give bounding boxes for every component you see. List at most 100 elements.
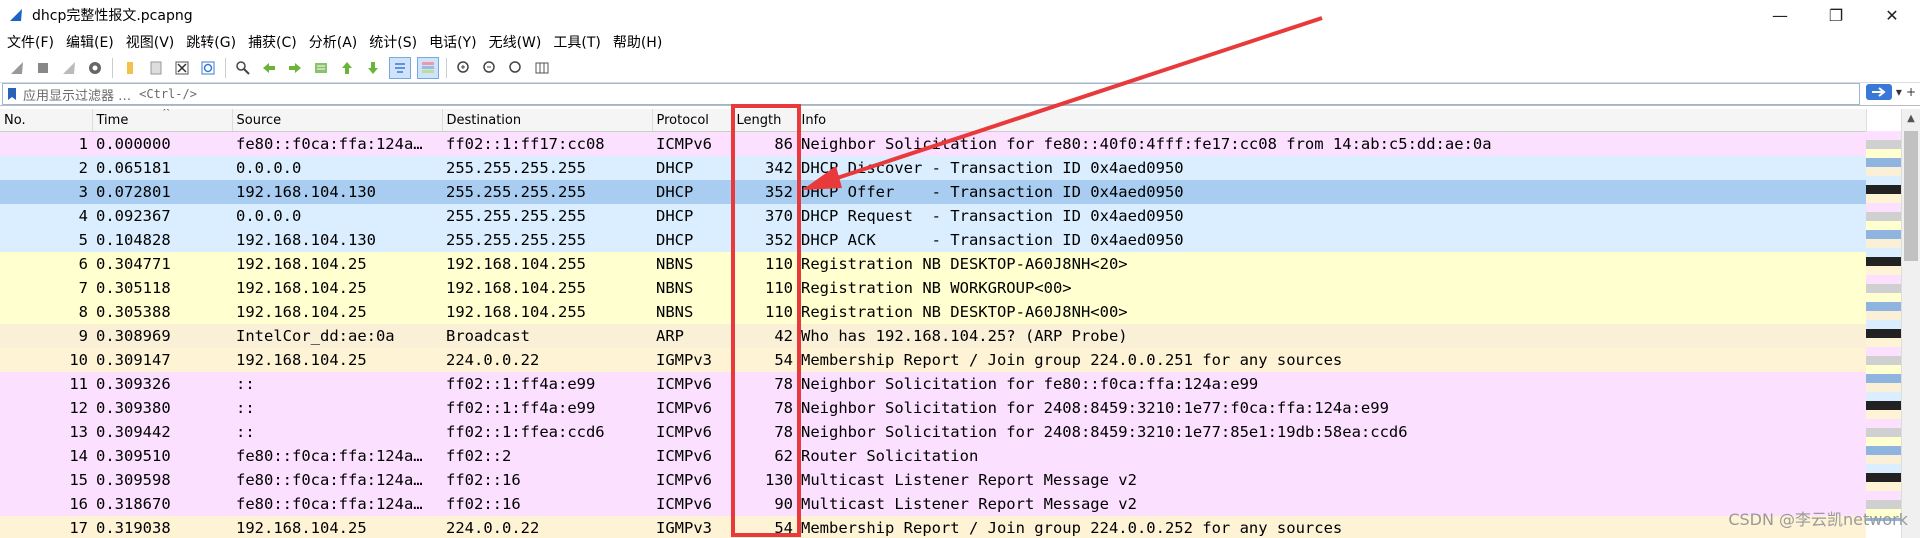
menu-tools[interactable]: 工具(T) <box>550 32 609 52</box>
packet-time: 0.000000 <box>92 131 232 156</box>
reload-file-icon[interactable] <box>198 58 218 78</box>
packet-destination: ff02::1:ffea:ccd6 <box>442 420 652 444</box>
table-row[interactable]: 17 0.319038 192.168.104.25 224.0.0.22 IGMPv3… <box>0 516 1866 538</box>
packet-protocol: DHCP <box>652 156 732 180</box>
table-row[interactable]: 6 0.304771 192.168.104.25 192.168.104.255 NB… <box>0 252 1866 276</box>
packet-protocol: ICMPv6 <box>652 372 732 396</box>
vertical-scrollbar[interactable]: ▲ <box>1901 109 1920 538</box>
col-header-info[interactable]: Info <box>797 109 1867 132</box>
zoom-in-icon[interactable] <box>454 58 474 78</box>
table-row[interactable]: 10 0.309147 192.168.104.25 224.0.0.22 IGMPv3… <box>0 348 1866 372</box>
packet-source: fe80::f0ca:ffa:124a… <box>232 492 442 516</box>
table-row[interactable]: 3 0.072801 192.168.104.130 255.255.255.255 D… <box>0 180 1866 204</box>
table-row[interactable]: 7 0.305118 192.168.104.25 192.168.104.255 NB… <box>0 276 1866 300</box>
packet-source: 0.0.0.0 <box>232 204 442 228</box>
packet-protocol: DHCP <box>652 228 732 252</box>
packet-length: 352 <box>732 228 797 252</box>
packet-destination: 192.168.104.255 <box>442 276 652 300</box>
table-row[interactable]: 13 0.309442:: ff02::1:ffea:ccd6 ICMPv6 78 Nei… <box>0 420 1866 444</box>
table-row[interactable]: 4 0.092367 0.0.0.0 255.255.255.255 DHCP 370 DH… <box>0 204 1866 228</box>
go-to-packet-icon[interactable] <box>311 58 331 78</box>
packet-minimap[interactable] <box>1866 131 1902 538</box>
scrollbar-thumb[interactable] <box>1904 131 1918 261</box>
find-packet-icon[interactable] <box>233 58 253 78</box>
scroll-up-icon[interactable]: ▲ <box>1902 109 1920 127</box>
menu-capture[interactable]: 捕获(C) <box>245 32 306 52</box>
menu-statistics[interactable]: 统计(S) <box>366 32 426 52</box>
packet-info: Registration NB DESKTOP-A60J8NH<20> <box>797 252 1866 276</box>
close-file-icon[interactable] <box>172 58 192 78</box>
packet-source: 192.168.104.25 <box>232 300 442 324</box>
resize-columns-icon[interactable] <box>532 58 552 78</box>
packet-info: Neighbor Solicitation for 2408:8459:3210… <box>797 396 1866 420</box>
packet-source: fe80::f0ca:ffa:124a… <box>232 131 442 156</box>
packet-length: 54 <box>732 348 797 372</box>
apply-filter-button[interactable] <box>1865 84 1892 100</box>
packet-destination: 255.255.255.255 <box>442 156 652 180</box>
table-row[interactable]: 12 0.309380:: ff02::1:ff4a:e99 ICMPv6 78 Neig… <box>0 396 1866 420</box>
add-filter-button[interactable]: + <box>1906 85 1916 99</box>
display-filter-input[interactable]: 应用显示过滤器 … <Ctrl-/> <box>2 83 1860 105</box>
packet-time: 0.319038 <box>92 516 232 538</box>
table-row[interactable]: 14 0.309510 fe80::f0ca:ffa:124a… ff02::2 ICM… <box>0 444 1866 468</box>
packet-length: 352 <box>732 180 797 204</box>
packet-info: DHCP ACK - Transaction ID 0x4aed0950 <box>797 228 1866 252</box>
menu-edit[interactable]: 编辑(E) <box>63 32 123 52</box>
capture-options-icon[interactable] <box>85 58 105 78</box>
packet-info: Membership Report / Join group 224.0.0.2… <box>797 348 1866 372</box>
filter-dropdown-icon[interactable]: ▾ <box>1896 85 1902 99</box>
table-row[interactable]: 2 0.065181 0.0.0.0 255.255.255.255 DHCP 342 DH… <box>0 156 1866 180</box>
packet-info: Who has 192.168.104.25? (ARP Probe) <box>797 324 1866 348</box>
table-row[interactable]: 9 0.308969 IntelCor_dd:ae:0a Broadcast ARP 42… <box>0 324 1866 348</box>
menu-analyze[interactable]: 分析(A) <box>306 32 367 52</box>
table-row[interactable]: 16 0.318670 fe80::f0ca:ffa:124a… ff02::16 IC… <box>0 492 1866 516</box>
menu-file[interactable]: 文件(F) <box>4 32 63 52</box>
packet-source: 0.0.0.0 <box>232 156 442 180</box>
go-back-icon[interactable] <box>259 58 279 78</box>
close-button[interactable]: ✕ <box>1864 0 1920 30</box>
open-file-icon[interactable] <box>120 58 140 78</box>
packet-time: 0.072801 <box>92 180 232 204</box>
menu-telephony[interactable]: 电话(Y) <box>426 32 485 52</box>
restart-capture-icon[interactable] <box>59 58 79 78</box>
col-header-no[interactable]: No. <box>0 109 93 132</box>
zoom-out-icon[interactable] <box>480 58 500 78</box>
packet-protocol: ARP <box>652 324 732 348</box>
col-header-protocol[interactable]: Protocol <box>652 109 733 132</box>
menu-go[interactable]: 跳转(G) <box>183 32 245 52</box>
last-packet-icon[interactable] <box>363 58 383 78</box>
stop-capture-icon[interactable] <box>33 58 53 78</box>
packet-time: 0.309380 <box>92 396 232 420</box>
packet-info: Neighbor Solicitation for fe80::f0ca:ffa… <box>797 372 1866 396</box>
packet-no: 16 <box>0 492 92 516</box>
table-row[interactable]: 15 0.309598 fe80::f0ca:ffa:124a… ff02::16 IC… <box>0 468 1866 492</box>
first-packet-icon[interactable] <box>337 58 357 78</box>
menu-wireless[interactable]: 无线(W) <box>486 32 551 52</box>
colorize-icon[interactable] <box>417 57 439 79</box>
bookmark-icon[interactable] <box>7 87 17 101</box>
col-header-destination[interactable]: Destination <box>442 109 653 132</box>
packet-source: 192.168.104.25 <box>232 516 442 538</box>
save-file-icon[interactable] <box>146 58 166 78</box>
menu-view[interactable]: 视图(V) <box>123 32 184 52</box>
col-header-time[interactable]: Time ^ <box>92 109 233 132</box>
packet-destination: ff02::1:ff4a:e99 <box>442 372 652 396</box>
col-header-source[interactable]: Source <box>232 109 443 132</box>
table-row[interactable]: 1 0.000000 fe80::f0ca:ffa:124a… ff02::1:ff1… <box>0 131 1866 156</box>
menu-help[interactable]: 帮助(H) <box>610 32 671 52</box>
table-row[interactable]: 8 0.305388 192.168.104.25 192.168.104.255 NB… <box>0 300 1866 324</box>
go-forward-icon[interactable] <box>285 58 305 78</box>
packet-protocol: ICMPv6 <box>652 468 732 492</box>
col-header-length[interactable]: Length <box>732 109 798 132</box>
minimize-button[interactable]: — <box>1752 0 1808 30</box>
main-toolbar <box>0 54 1920 83</box>
zoom-normal-icon[interactable] <box>506 58 526 78</box>
packet-no: 13 <box>0 420 92 444</box>
packet-no: 12 <box>0 396 92 420</box>
packet-table-header: No. Time ^ Source Destination Protocol Le… <box>0 109 1867 132</box>
table-row[interactable]: 11 0.309326:: ff02::1:ff4a:e99 ICMPv6 78 Neig… <box>0 372 1866 396</box>
shark-fin-start-icon[interactable] <box>7 58 27 78</box>
table-row[interactable]: 5 0.104828 192.168.104.130 255.255.255.255 D… <box>0 228 1866 252</box>
maximize-button[interactable]: ❐ <box>1808 0 1864 30</box>
auto-scroll-icon[interactable] <box>389 57 411 79</box>
